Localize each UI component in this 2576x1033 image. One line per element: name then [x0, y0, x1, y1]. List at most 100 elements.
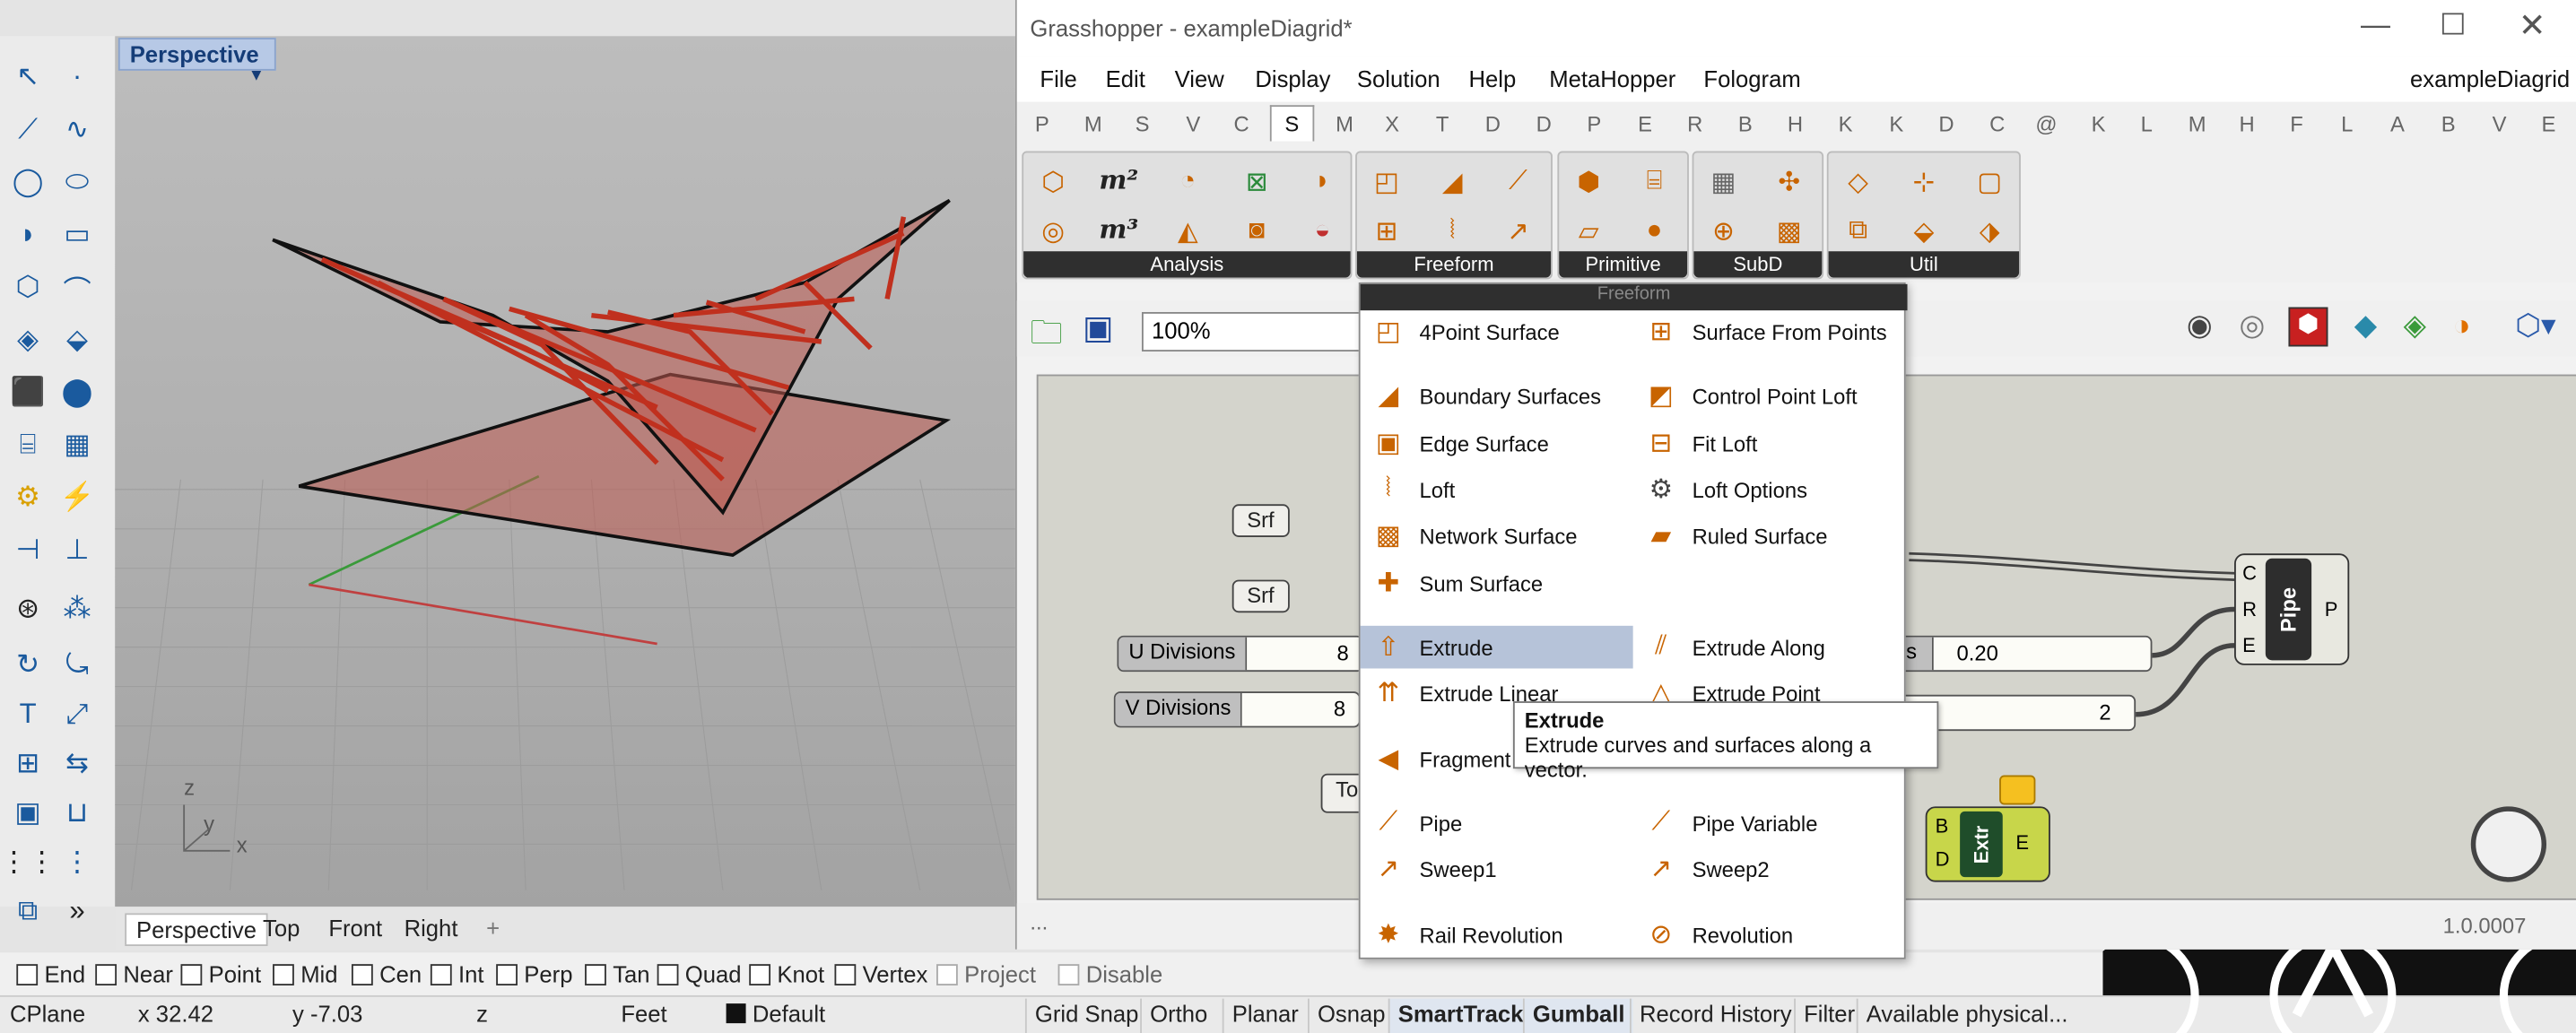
shape-in-brep-icon[interactable]: ◙	[1237, 212, 1276, 251]
tab-h2[interactable]: H	[2240, 112, 2255, 136]
cylinder-icon[interactable]: ⌸	[1634, 162, 1674, 202]
box-analysis-icon[interactable]: ⬡	[1033, 162, 1073, 202]
minimize-icon[interactable]: —	[2361, 8, 2390, 42]
item-extrude[interactable]: ⇧ Extrude	[1360, 625, 1633, 669]
item-edge-surface[interactable]: ▣ Edge Surface	[1361, 422, 1633, 465]
tab-sets[interactable]: S	[1136, 112, 1150, 136]
surface-closest-icon[interactable]: ◗	[1302, 162, 1342, 202]
extrude-component[interactable]: B D Extr E	[1925, 775, 2050, 882]
tab-k3[interactable]: K	[2092, 112, 2106, 136]
tab-curve[interactable]: C	[1234, 112, 1249, 136]
pipe-input-e[interactable]: E	[2242, 634, 2256, 657]
evaluate-box-icon[interactable]: ◭	[1168, 212, 1207, 251]
tab-e[interactable]: E	[1638, 112, 1652, 136]
tab-surface[interactable]: S	[1269, 105, 1314, 142]
analyze-icon[interactable]: ⧉	[6, 890, 49, 933]
warning-balloon-icon[interactable]	[1999, 775, 2036, 805]
sweep-icon[interactable]: ↗	[1498, 212, 1537, 251]
extr-input-d[interactable]: D	[1936, 847, 1950, 871]
item-sweep2[interactable]: ↗ Sweep2	[1633, 847, 1906, 890]
navigation-compass-icon[interactable]	[2470, 806, 2547, 882]
move-icon[interactable]: ⤿	[56, 644, 99, 687]
pipe-component[interactable]: C R E Pipe P	[2234, 553, 2350, 665]
array-icon[interactable]: ⊞	[6, 742, 49, 786]
block-icon[interactable]: ▣	[6, 792, 49, 835]
item-loft-options[interactable]: ⚙ Loft Options	[1633, 468, 1906, 511]
osnap-knot[interactable]: Knot	[749, 961, 824, 987]
osnap-vertex[interactable]: Vertex	[834, 961, 927, 987]
boolean-icon[interactable]: ⬤	[56, 371, 99, 414]
item-ruled-surface[interactable]: ▰ Ruled Surface	[1633, 514, 1906, 557]
menu-metahopper[interactable]: MetaHopper	[1549, 65, 1675, 91]
area-icon[interactable]: m²	[1099, 160, 1138, 199]
box-icon[interactable]: ⬛	[6, 371, 49, 414]
mirror-icon[interactable]: ⇆	[56, 742, 99, 786]
pipe-input-r[interactable]: R	[2242, 598, 2257, 621]
item-pipe[interactable]: ⟋ Pipe	[1361, 802, 1633, 845]
render-icon[interactable]: ⚡	[56, 476, 99, 519]
loft-icon[interactable]: ⦚	[1432, 212, 1472, 251]
u-divisions-slider[interactable]: U Divisions 8	[1117, 635, 1364, 673]
osnap-perp[interactable]: Perp	[496, 961, 572, 987]
tab-r[interactable]: R	[1687, 112, 1702, 136]
tab-at[interactable]: @	[2035, 112, 2057, 136]
srf-param-2[interactable]: Srf	[1231, 579, 1290, 613]
edge-surface-icon[interactable]: ⊞	[1367, 212, 1406, 251]
tab-k[interactable]: K	[1839, 112, 1853, 136]
gumball-button[interactable]: Gumball	[1522, 998, 1633, 1033]
cylinder-icon[interactable]: ⌸	[6, 424, 49, 467]
preview-selected-icon[interactable]: ⬢	[2288, 307, 2328, 347]
fillet-icon[interactable]: ⌒	[56, 266, 99, 309]
item-sweep1[interactable]: ↗ Sweep1	[1361, 847, 1633, 890]
colour-icon[interactable]: ◑	[2453, 308, 2471, 343]
brep-closest-icon[interactable]: ◔	[1168, 162, 1207, 202]
menu-fologram[interactable]: Fologram	[1703, 65, 1800, 91]
text-icon[interactable]: T	[6, 693, 49, 736]
tab-mesh[interactable]: M	[1336, 112, 1353, 136]
tab-b2[interactable]: B	[2441, 112, 2456, 136]
smarttrack-button[interactable]: SmartTrack	[1388, 998, 1532, 1033]
sketch-icon[interactable]: ⬡▾	[2515, 308, 2555, 343]
osnap-end[interactable]: End	[16, 961, 85, 987]
add-tab-icon[interactable]: +	[476, 913, 509, 942]
ortho-button[interactable]: Ortho	[1140, 998, 1215, 1033]
osnap-quad[interactable]: Quad	[657, 961, 742, 987]
v-divisions-slider[interactable]: V Divisions 8	[1113, 691, 1361, 728]
explode-icon[interactable]: ⁂	[56, 588, 99, 631]
menu-file[interactable]: File	[1040, 65, 1076, 91]
volume-icon[interactable]: m³	[1099, 209, 1138, 248]
rectangle-icon[interactable]: ▭	[56, 213, 99, 256]
osnap-point[interactable]: Point	[180, 961, 261, 987]
cplane-label[interactable]: CPlane	[10, 1000, 85, 1026]
preview-shaded-icon[interactable]: ◉	[2187, 308, 2213, 343]
osnap-near[interactable]: Near	[95, 961, 173, 987]
boundary-icon[interactable]: ◢	[1432, 162, 1472, 202]
preview-wire-icon[interactable]: ◎	[2240, 308, 2266, 343]
close-icon[interactable]: ✕	[2519, 4, 2546, 46]
tab-k2[interactable]: K	[1889, 112, 1903, 136]
extr-input-b[interactable]: B	[1936, 814, 1949, 838]
zoom-field[interactable]: 100%	[1141, 312, 1372, 352]
arc-icon[interactable]: ◗	[6, 213, 49, 256]
menu-solution[interactable]: Solution	[1357, 65, 1440, 91]
status-ellipsis[interactable]: ...	[1030, 910, 1048, 934]
osnap-project[interactable]: Project	[936, 961, 1036, 987]
osnap-mid[interactable]: Mid	[273, 961, 338, 987]
tab-m2[interactable]: M	[2189, 112, 2206, 136]
open-file-icon[interactable]: 🗀	[1030, 308, 1063, 364]
tab-right[interactable]: Right	[395, 913, 468, 942]
extr-output-e[interactable]: E	[2015, 831, 2029, 855]
layout-icon[interactable]: ⋮	[56, 841, 99, 884]
polygon-icon[interactable]: ⬡	[6, 266, 49, 309]
tab-b[interactable]: B	[1738, 112, 1753, 136]
units-label[interactable]: Feet	[621, 1000, 666, 1026]
point-in-brep-icon[interactable]: ⊠	[1237, 162, 1276, 202]
record-history-button[interactable]: Record History	[1629, 998, 1800, 1033]
display-mode-icon[interactable]: ◆	[2354, 308, 2377, 343]
osnap-cen[interactable]: Cen	[351, 961, 422, 987]
tab-d3[interactable]: D	[1938, 112, 1954, 136]
pipe-icon[interactable]: ⟋	[1498, 162, 1537, 202]
tab-v[interactable]: V	[2493, 112, 2507, 136]
copy-trim-icon[interactable]: ⧉	[1839, 212, 1878, 251]
dimensions-icon[interactable]: ◎	[1033, 212, 1073, 251]
